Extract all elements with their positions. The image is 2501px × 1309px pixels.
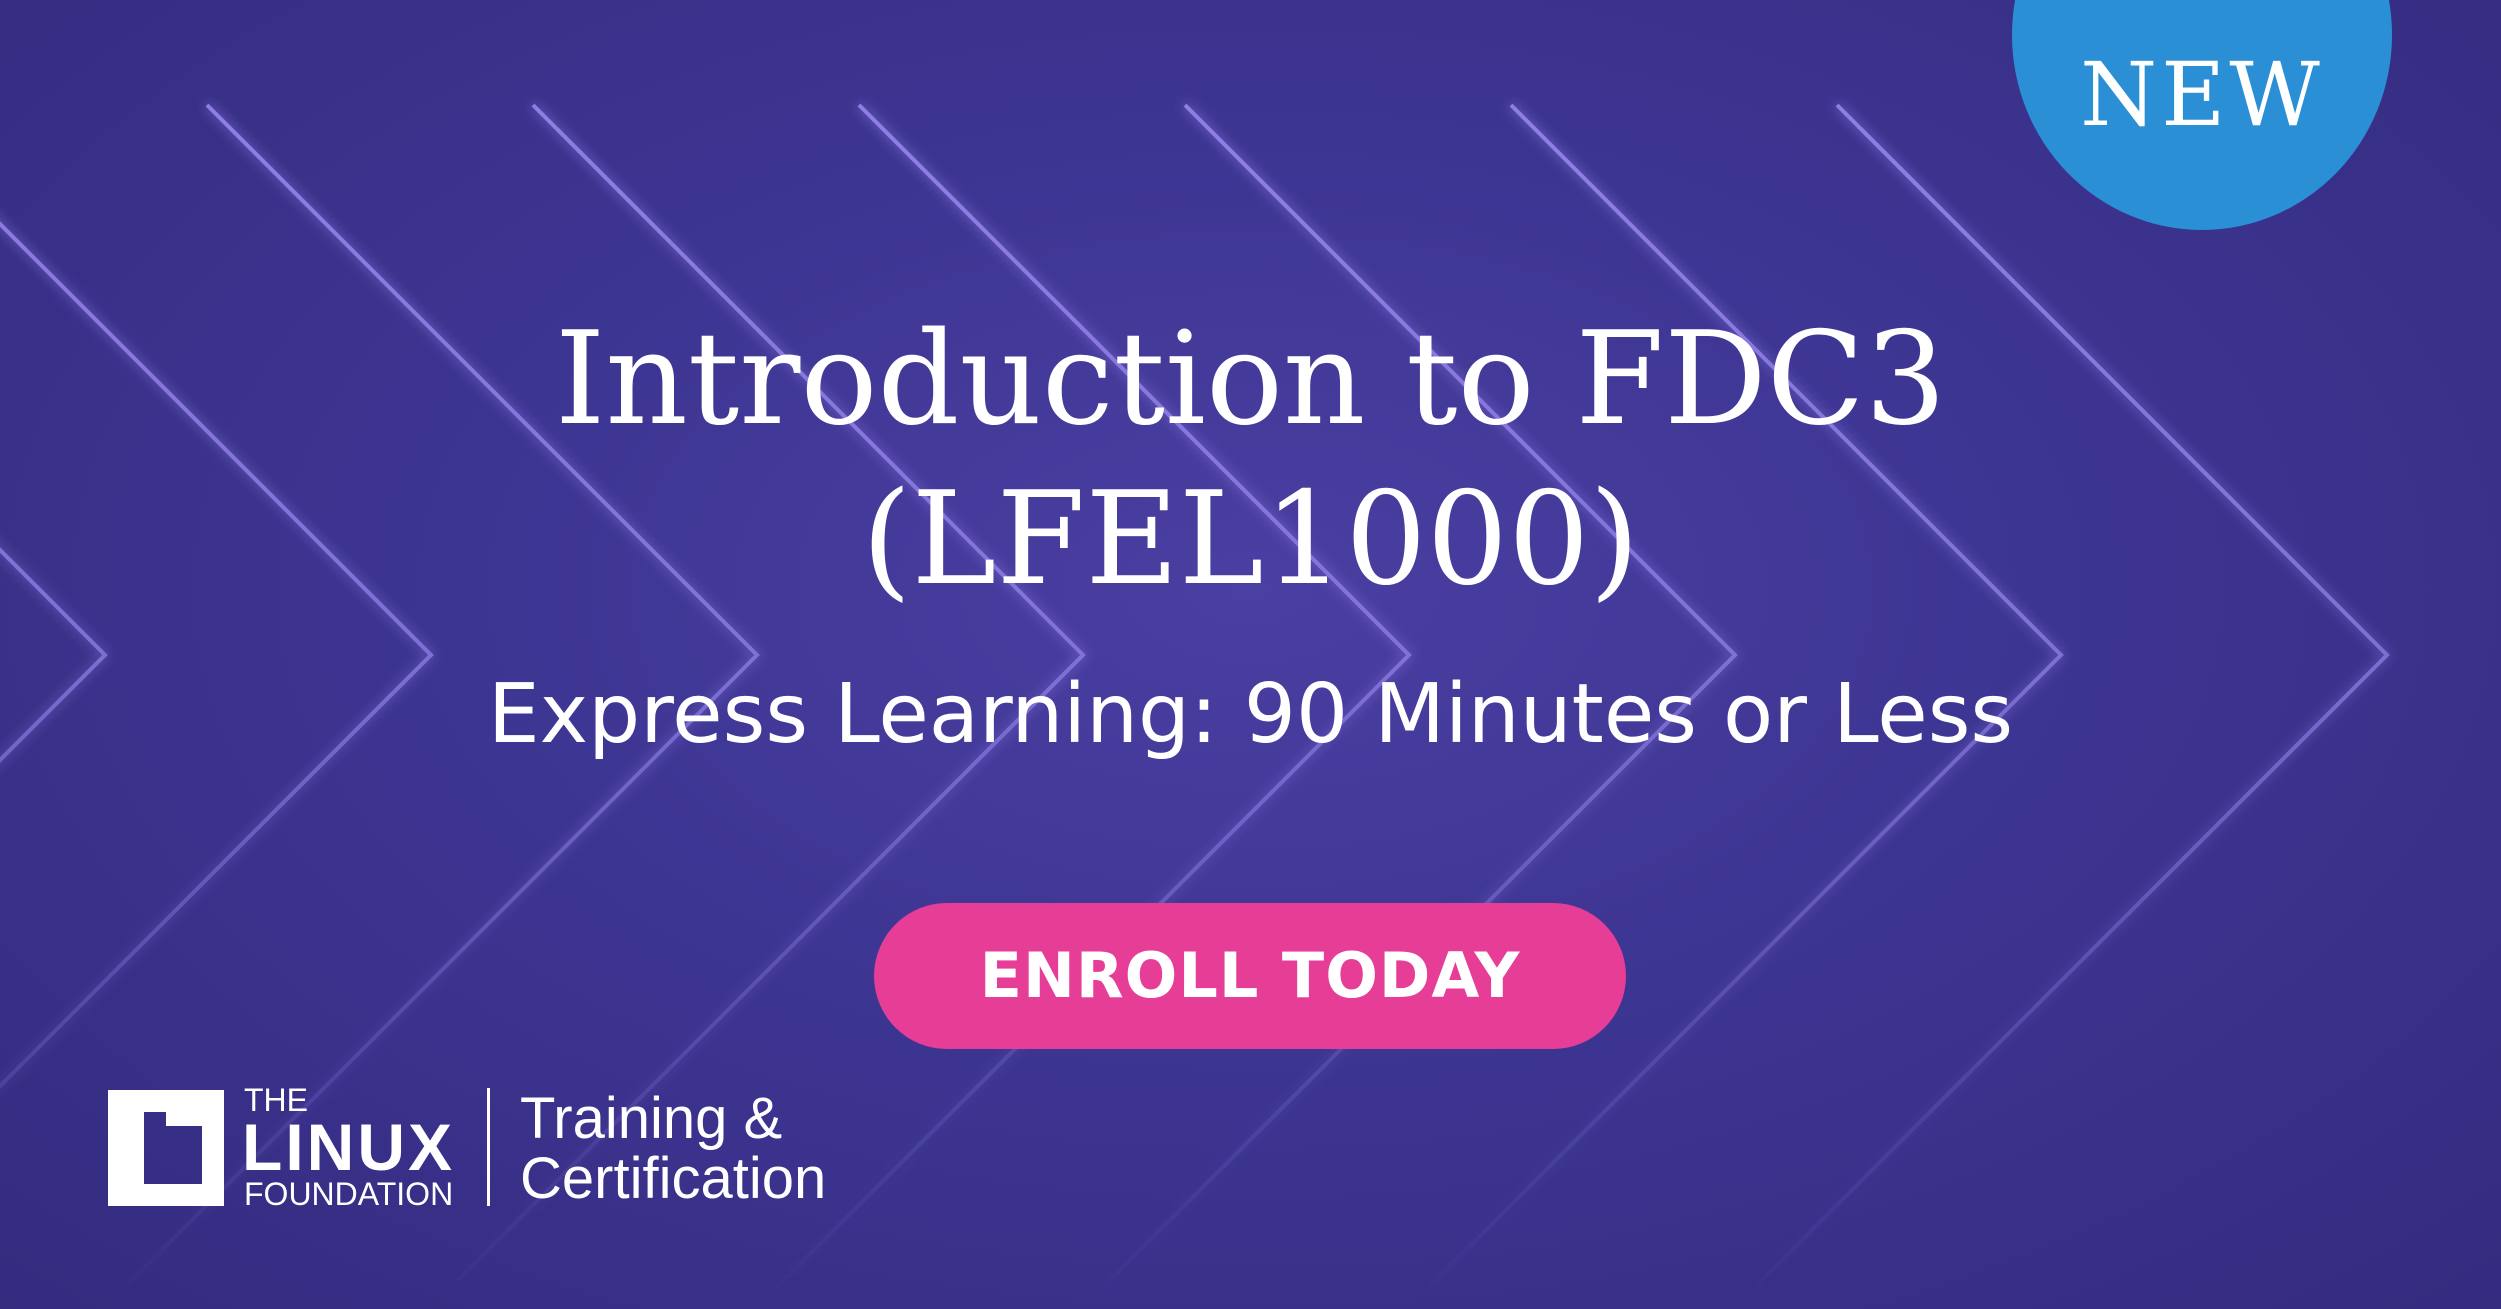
new-badge-label: NEW: [2080, 43, 2324, 146]
course-title: Introduction to FDC3 (LFEL1000): [200, 300, 2301, 620]
course-subtitle: Express Learning: 90 Minutes or Less: [487, 667, 2014, 762]
promo-banner: NEW Introduction to FDC3 (LFEL1000) Expr…: [0, 0, 2501, 1309]
program-name-line2: Certification: [520, 1146, 827, 1211]
enroll-today-button[interactable]: ENROLL TODAY: [874, 903, 1626, 1049]
logo-text-linux: LINUX: [242, 1110, 455, 1184]
chevron-line: [0, 547, 108, 763]
course-code: (LFEL1000): [861, 465, 1640, 614]
course-title-line1: Introduction to FDC3: [554, 305, 1947, 454]
logo-divider: [487, 1088, 490, 1206]
logo-text-foundation: FOUNDATION: [244, 1176, 454, 1212]
linux-foundation-logo-icon: [108, 1090, 224, 1206]
program-name-line1: Training &: [520, 1086, 783, 1151]
